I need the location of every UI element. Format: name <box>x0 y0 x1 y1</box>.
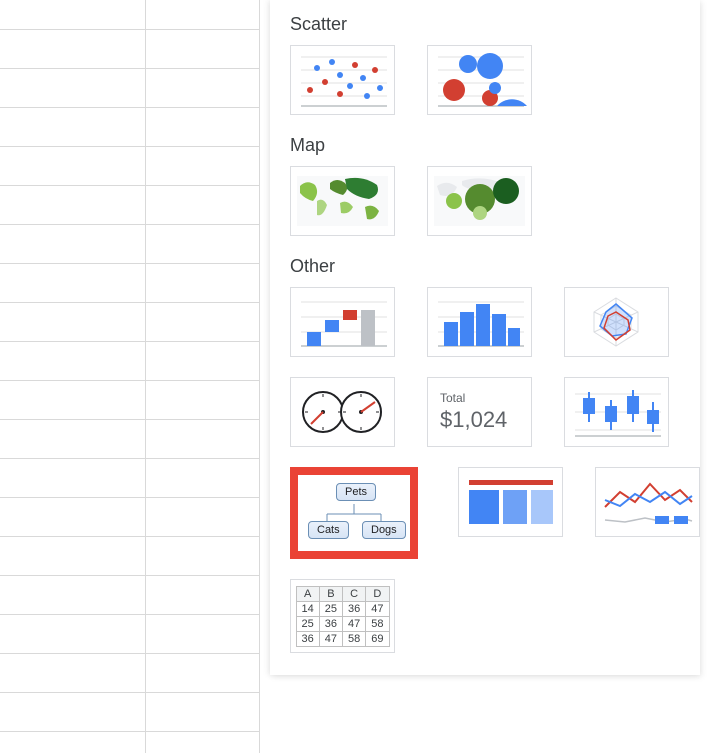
section-title-scatter: Scatter <box>290 14 700 35</box>
thumb-waterfall-chart[interactable] <box>290 287 395 357</box>
chart-type-panel: Scatter <box>270 0 700 675</box>
scorecard-value: $1,024 <box>440 407 507 433</box>
org-child-2: Dogs <box>362 521 406 539</box>
thumb-annotated-line-chart[interactable] <box>595 467 700 537</box>
scorecard-label: Total <box>440 391 465 405</box>
thumb-radar-chart[interactable] <box>564 287 669 357</box>
org-parent: Pets <box>336 483 376 501</box>
thumb-scorecard-chart[interactable]: Total $1,024 <box>427 377 532 447</box>
thumb-timeline-chart[interactable] <box>458 467 563 537</box>
thumb-table-chart[interactable]: A B C D 1425 3647 2536 4758 3647 5869 <box>290 579 395 653</box>
section-title-other: Other <box>290 256 700 277</box>
thumb-histogram-chart[interactable] <box>427 287 532 357</box>
thumb-scatter-chart[interactable] <box>290 45 395 115</box>
thumb-bubble-chart[interactable] <box>427 45 532 115</box>
thumb-org-chart[interactable]: Pets Cats Dogs <box>290 467 418 559</box>
thumb-gauge-chart[interactable] <box>290 377 395 447</box>
spreadsheet-grid[interactable] <box>0 0 260 753</box>
section-title-map: Map <box>290 135 700 156</box>
mini-table: A B C D 1425 3647 2536 4758 3647 5869 <box>296 586 390 647</box>
org-child-1: Cats <box>308 521 349 539</box>
thumb-geo-bubble-chart[interactable] <box>427 166 532 236</box>
thumb-geo-chart[interactable] <box>290 166 395 236</box>
thumb-candlestick-chart[interactable] <box>564 377 669 447</box>
